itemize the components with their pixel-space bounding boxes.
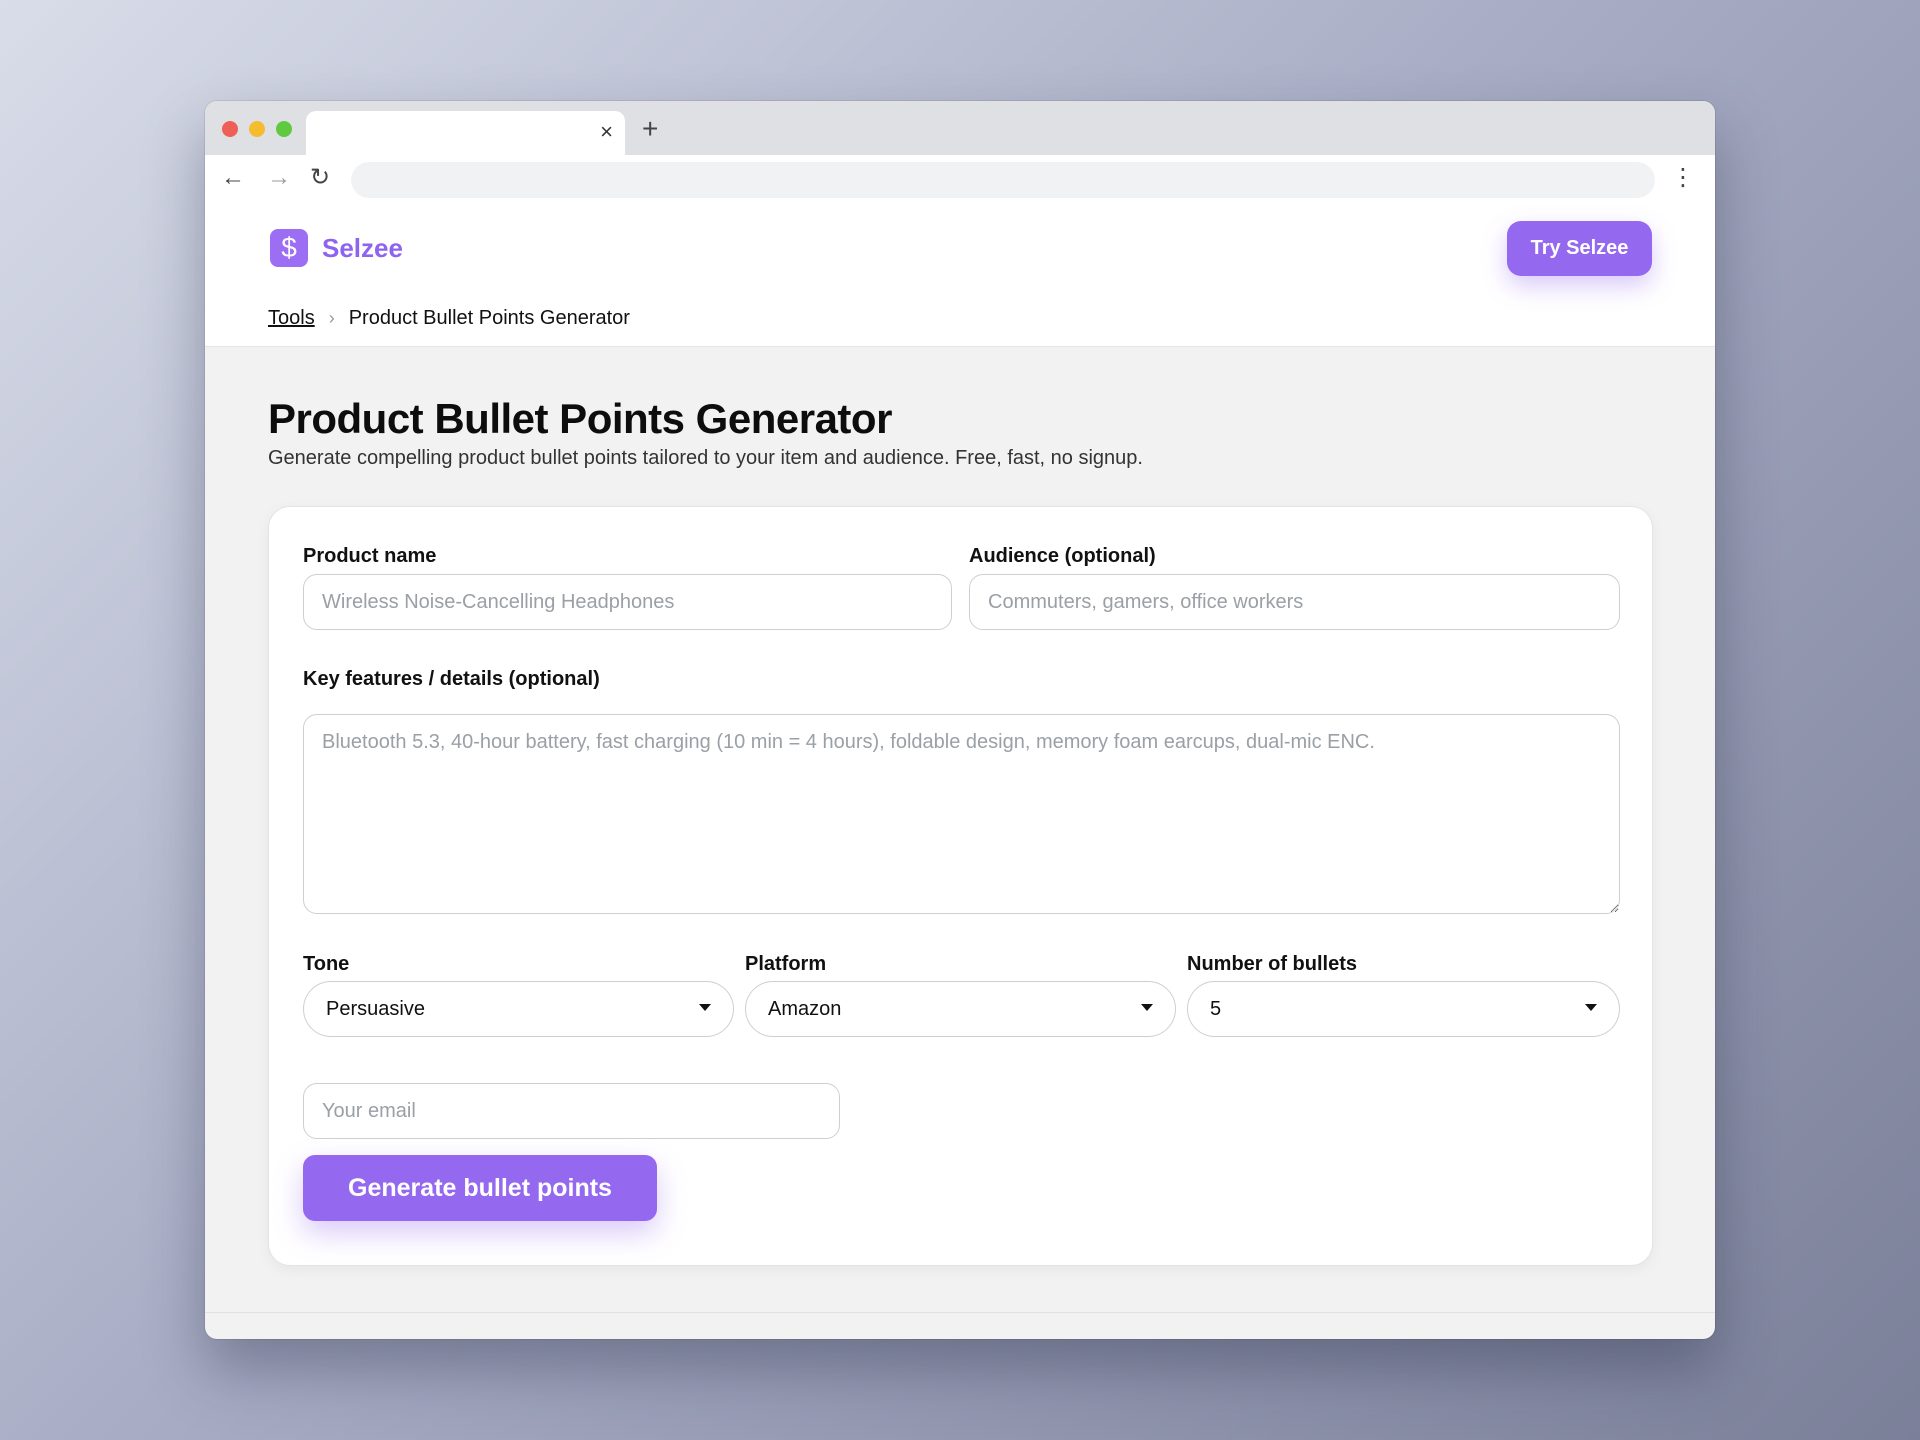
address-bar[interactable] — [351, 162, 1655, 198]
audience-label: Audience (optional) — [969, 545, 1156, 567]
platform-select[interactable]: Amazon — [745, 981, 1176, 1037]
page-subtitle: Generate compelling product bullet point… — [268, 447, 1143, 469]
browser-toolbar: ← → ↻ ⋮ — [205, 155, 1715, 203]
chevron-right-icon: › — [328, 308, 335, 328]
caret-down-icon — [1585, 1004, 1597, 1011]
bullets-count-selected-value: 5 — [1210, 997, 1222, 1020]
brand-logo[interactable]: $ Selzee — [270, 229, 403, 267]
key-features-label: Key features / details (optional) — [303, 668, 600, 690]
page-title: Product Bullet Points Generator — [268, 395, 892, 442]
minimize-window-button[interactable] — [249, 121, 265, 137]
platform-selected-value: Amazon — [768, 997, 842, 1020]
brand-name: Selzee — [322, 232, 403, 263]
email-input[interactable] — [303, 1083, 840, 1139]
breadcrumb-tools-link[interactable]: Tools — [268, 307, 315, 330]
close-tab-icon[interactable]: × — [600, 121, 613, 143]
tone-label: Tone — [303, 953, 350, 975]
key-features-textarea[interactable] — [303, 714, 1620, 914]
bullets-count-select[interactable]: 5 — [1187, 981, 1620, 1037]
browser-menu-icon[interactable]: ⋮ — [1671, 164, 1695, 192]
audience-input[interactable] — [969, 574, 1620, 630]
maximize-window-button[interactable] — [276, 121, 292, 137]
tone-select[interactable]: Persuasive — [303, 981, 734, 1037]
tab-bar: × + — [205, 101, 1715, 155]
tone-selected-value: Persuasive — [326, 997, 425, 1020]
breadcrumb: Tools › Product Bullet Points Generator — [268, 307, 630, 330]
forward-arrow-icon[interactable]: → — [267, 164, 291, 192]
browser-window: × + ← → ↻ ⋮ $ Selzee Try Selzee Tools › … — [205, 101, 1715, 1339]
back-arrow-icon[interactable]: ← — [221, 164, 245, 192]
close-window-button[interactable] — [222, 121, 238, 137]
window-controls — [222, 121, 292, 137]
site-header: $ Selzee Try Selzee Tools › Product Bull… — [205, 203, 1715, 347]
new-tab-icon[interactable]: + — [642, 115, 658, 143]
footer-divider — [205, 1312, 1715, 1313]
try-selzee-button[interactable]: Try Selzee — [1507, 221, 1652, 276]
product-name-input[interactable] — [303, 574, 952, 630]
product-name-label: Product name — [303, 545, 437, 567]
platform-label: Platform — [745, 953, 827, 975]
dollar-logo-icon: $ — [270, 229, 308, 267]
breadcrumb-current: Product Bullet Points Generator — [348, 307, 630, 329]
reload-icon[interactable]: ↻ — [310, 164, 330, 192]
bullets-count-label: Number of bullets — [1187, 953, 1358, 975]
generator-form-card: Product name Audience (optional) Key fea… — [268, 506, 1653, 1266]
caret-down-icon — [1141, 1004, 1153, 1011]
browser-tab[interactable]: × — [306, 111, 625, 155]
caret-down-icon — [699, 1004, 711, 1011]
generate-bullet-points-button[interactable]: Generate bullet points — [303, 1155, 657, 1221]
